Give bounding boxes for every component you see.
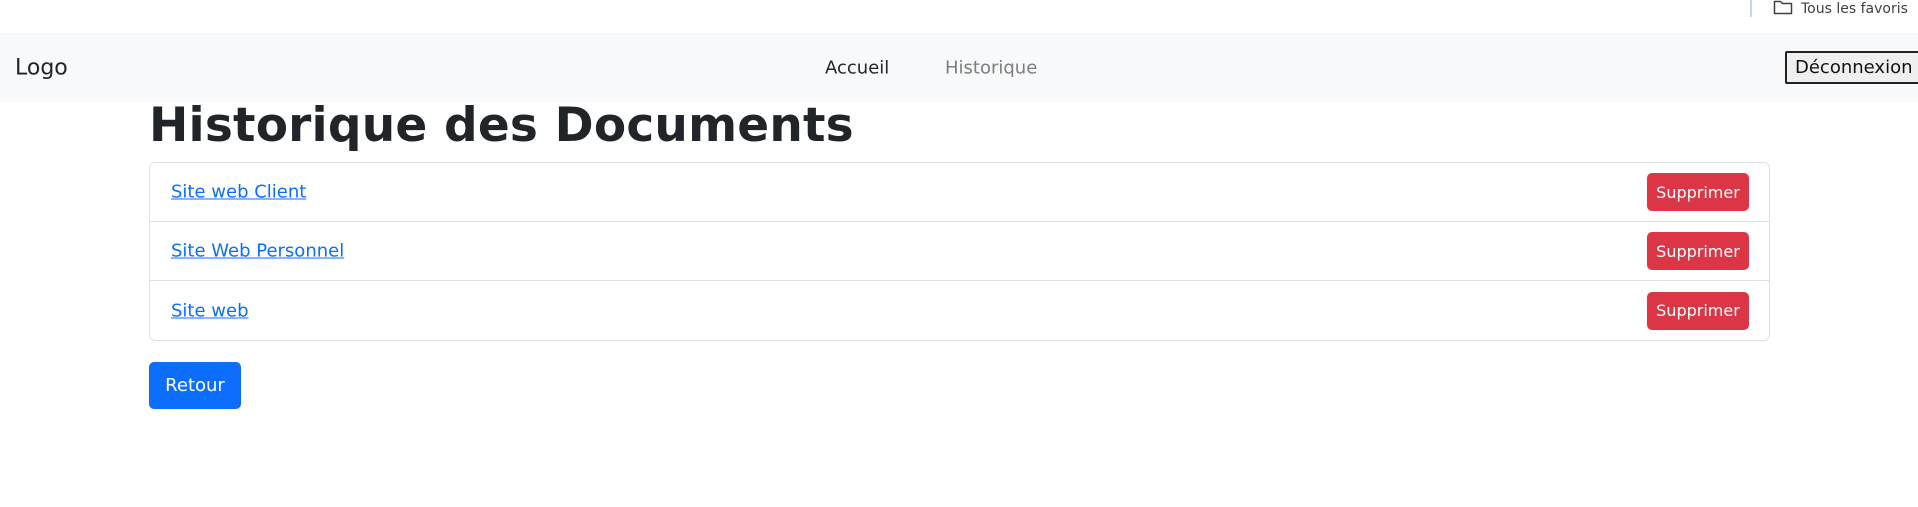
nav-link-historique[interactable]: Historique [945,57,1037,78]
list-item: Site web Client Supprimer [150,163,1769,222]
folder-icon [1773,0,1793,19]
delete-button[interactable]: Supprimer [1647,232,1749,270]
list-item: Site Web Personnel Supprimer [150,222,1769,281]
bookmark-label: Tous les favoris [1801,0,1908,17]
brand-logo[interactable]: Logo [15,55,68,80]
delete-button[interactable]: Supprimer [1647,173,1749,211]
logout-button[interactable]: Déconnexion [1785,51,1918,84]
document-list: Site web Client Supprimer Site Web Perso… [149,162,1770,341]
back-button[interactable]: Retour [149,362,241,409]
page-title: Historique des Documents [149,98,854,153]
bookmark-all-favorites[interactable]: Tous les favoris [1773,0,1908,17]
nav-link-accueil[interactable]: Accueil [825,57,889,78]
document-link[interactable]: Site web Client [171,182,306,203]
document-link[interactable]: Site web [171,300,249,321]
list-item: Site web Supprimer [150,281,1769,340]
document-link[interactable]: Site Web Personnel [171,241,344,262]
bookmarks-separator [1750,0,1752,17]
bookmarks-bar: Tous les favoris [0,0,1918,32]
navbar: Logo Accueil Historique Déconnexion [0,33,1918,102]
delete-button[interactable]: Supprimer [1647,291,1749,330]
